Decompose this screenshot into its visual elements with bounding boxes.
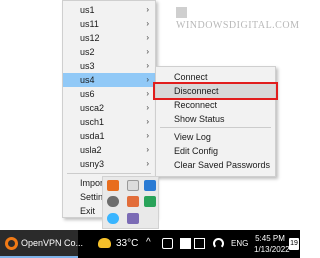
- submenu-separator: [160, 127, 271, 128]
- tray-app-icon[interactable]: [144, 196, 156, 207]
- chevron-right-icon: ›: [146, 145, 149, 154]
- menu-item-us6[interactable]: us6 ›: [63, 87, 155, 101]
- submenu-item-label: View Log: [174, 132, 211, 142]
- menu-item-label: Exit: [80, 206, 96, 216]
- menu-item-label: us3: [80, 61, 95, 71]
- menu-item-usca2[interactable]: usca2 ›: [63, 101, 155, 115]
- windows-logo-icon: [176, 7, 187, 18]
- clock-date: 1/13/2022: [254, 245, 290, 254]
- submenu-item-show-status[interactable]: Show Status: [156, 112, 275, 126]
- watermark-text: WINDOWSDIGITAL.COM: [176, 20, 300, 31]
- menu-item-us12[interactable]: us12 ›: [63, 31, 155, 45]
- submenu-item-reconnect[interactable]: Reconnect: [156, 98, 275, 112]
- menu-item-usla2[interactable]: usla2 ›: [63, 143, 155, 157]
- chevron-right-icon: ›: [146, 103, 149, 112]
- openvpn-icon: [5, 237, 18, 250]
- weather-icon[interactable]: [98, 238, 111, 248]
- tray-app-icon[interactable]: [162, 238, 173, 249]
- tray-app-icon[interactable]: [127, 196, 139, 207]
- menu-item-label: us11: [80, 19, 99, 29]
- submenu-item-edit-config[interactable]: Edit Config: [156, 144, 275, 158]
- notification-badge[interactable]: 19: [289, 238, 299, 250]
- submenu-item-label: Edit Config: [174, 146, 219, 156]
- network-icon[interactable]: [194, 238, 205, 249]
- menu-item-label: usca2: [80, 103, 105, 113]
- temperature[interactable]: 33°C: [116, 238, 138, 249]
- chevron-right-icon: ›: [146, 75, 149, 84]
- menu-item-label: usny3: [80, 159, 105, 169]
- bluetooth-icon[interactable]: [144, 180, 156, 191]
- menu-item-label: us6: [80, 89, 95, 99]
- menu-item-us2[interactable]: us2 ›: [63, 45, 155, 59]
- menu-item-usch1[interactable]: usch1 ›: [63, 115, 155, 129]
- menu-item-label: usla2: [80, 145, 102, 155]
- chevron-right-icon: ›: [146, 33, 149, 42]
- submenu-item-view-log[interactable]: View Log: [156, 130, 275, 144]
- menu-item-label: usch1: [80, 117, 105, 127]
- tray-app-icon[interactable]: [107, 196, 119, 207]
- menu-item-label: us2: [80, 47, 95, 57]
- menu-item-us4[interactable]: us4 ›: [63, 73, 155, 87]
- menu-item-usny3[interactable]: usny3 ›: [63, 157, 155, 171]
- taskbar-app-label: OpenVPN Co...: [21, 238, 84, 248]
- clock[interactable]: 5:45 PM 1/13/2022: [254, 233, 290, 255]
- submenu-item-label: Reconnect: [174, 100, 218, 110]
- submenu-item-clear-saved-passwords[interactable]: Clear Saved Passwords: [156, 158, 275, 172]
- tray-app-icon[interactable]: [127, 180, 139, 191]
- chevron-up-icon[interactable]: ^: [146, 237, 151, 248]
- chevron-right-icon: ›: [146, 47, 149, 56]
- menu-item-usda1[interactable]: usda1 ›: [63, 129, 155, 143]
- chevron-right-icon: ›: [146, 131, 149, 140]
- chevron-right-icon: ›: [146, 117, 149, 126]
- menu-item-us11[interactable]: us11 ›: [63, 17, 155, 31]
- menu-item-us1[interactable]: us1 ›: [63, 3, 155, 17]
- language-indicator[interactable]: ENG: [231, 239, 248, 248]
- menu-item-label: us1: [80, 5, 95, 15]
- chevron-right-icon: ›: [146, 159, 149, 168]
- menu-separator: [67, 173, 151, 174]
- disconnect-callout-box: [153, 82, 278, 100]
- chevron-right-icon: ›: [146, 89, 149, 98]
- chevron-right-icon: ›: [146, 19, 149, 28]
- submenu-item-label: Show Status: [174, 114, 225, 124]
- submenu-item-label: Clear Saved Passwords: [174, 160, 271, 170]
- menu-item-us3[interactable]: us3 ›: [63, 59, 155, 73]
- watermark: WINDOWSDIGITAL.COM: [176, 7, 300, 31]
- menu-item-label: us4: [80, 75, 95, 85]
- tray-app-icon[interactable]: [107, 180, 119, 191]
- menu-item-label: us12: [80, 33, 100, 43]
- tray-app-icon[interactable]: [180, 238, 191, 249]
- tray-overflow-panel: [102, 176, 159, 229]
- menu-item-label: usda1: [80, 131, 105, 141]
- chevron-right-icon: ›: [146, 61, 149, 70]
- volume-icon[interactable]: [213, 238, 224, 249]
- taskbar: OpenVPN Co... 33°C ^ ENG 5:45 PM 1/13/20…: [0, 230, 300, 258]
- tray-app-icon[interactable]: [107, 213, 119, 224]
- openvpn-taskbar-button[interactable]: OpenVPN Co...: [0, 230, 83, 258]
- chevron-right-icon: ›: [146, 5, 149, 14]
- tray-app-icon[interactable]: [127, 213, 139, 224]
- clock-time: 5:45 PM: [255, 234, 285, 243]
